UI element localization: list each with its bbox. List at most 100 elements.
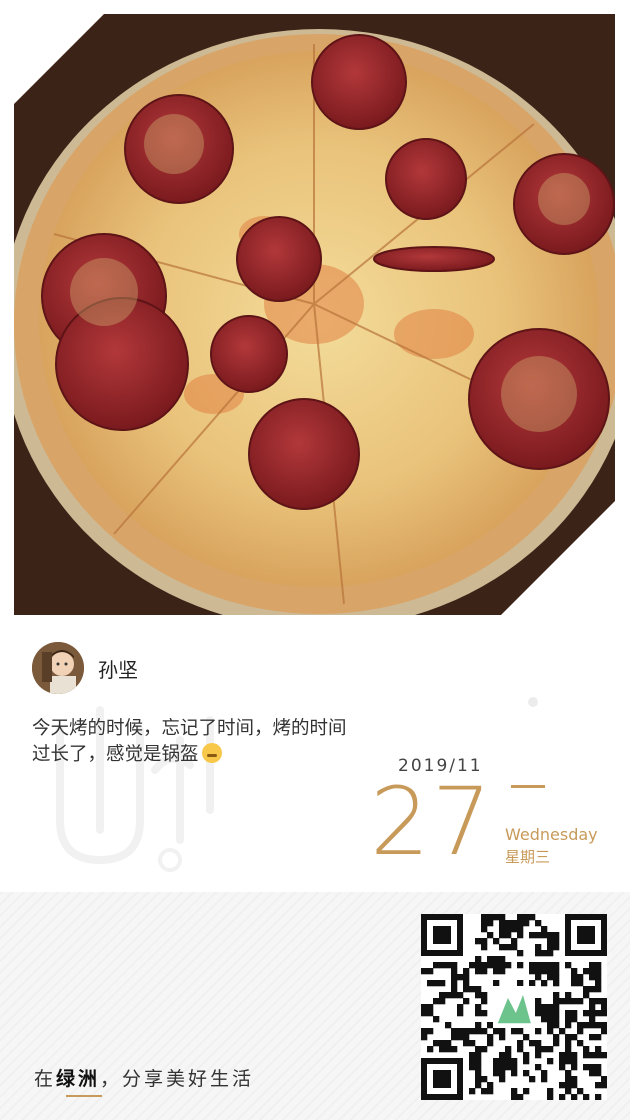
qr-module	[517, 1028, 524, 1035]
qr-module	[421, 1034, 428, 1041]
qr-module	[499, 956, 506, 963]
qr-module	[565, 1010, 572, 1017]
qr-module	[535, 920, 542, 927]
slogan: 在绿洲，分享美好生活	[34, 1064, 254, 1091]
qr-module	[589, 1064, 596, 1071]
qr-module	[523, 1058, 530, 1065]
qr-module	[469, 962, 476, 969]
qr-module	[475, 938, 482, 945]
qr-code[interactable]	[421, 914, 607, 1100]
qr-module	[595, 1046, 602, 1053]
qr-module	[589, 1052, 596, 1059]
qr-module	[535, 974, 542, 981]
qr-module	[571, 974, 578, 981]
qr-module	[589, 1034, 596, 1041]
qr-module	[559, 1064, 566, 1071]
corner-fold-top-left	[14, 14, 104, 104]
qr-module	[421, 968, 428, 975]
qr-module	[601, 1010, 607, 1017]
qr-module	[571, 1076, 578, 1083]
qr-module	[469, 1052, 476, 1059]
qr-module	[541, 1004, 548, 1011]
qr-module	[463, 980, 470, 987]
qr-module	[565, 1082, 572, 1089]
qr-module	[601, 1004, 607, 1011]
qr-module	[445, 992, 452, 999]
qr-finder-inner	[577, 926, 595, 944]
qr-module	[559, 1052, 566, 1059]
qr-module	[565, 1052, 572, 1059]
qr-module	[469, 1058, 476, 1065]
decor-dot	[528, 697, 538, 707]
qr-module	[571, 980, 578, 987]
qr-module	[487, 1088, 494, 1095]
qr-module	[487, 1082, 494, 1089]
qr-module	[547, 1004, 554, 1011]
qr-module	[451, 1046, 458, 1053]
slogan-suffix: ，分享美好生活	[100, 1068, 255, 1090]
qr-module	[469, 1028, 476, 1035]
qr-module	[529, 1076, 536, 1083]
qr-module	[511, 926, 518, 933]
qr-module	[517, 926, 524, 933]
qr-module	[547, 1016, 554, 1023]
qr-module	[547, 944, 554, 951]
avatar[interactable]	[32, 642, 84, 694]
qr-module	[565, 1088, 572, 1095]
qr-module	[529, 1040, 536, 1047]
qr-module	[499, 962, 506, 969]
qr-module	[583, 1064, 590, 1071]
qr-module	[517, 962, 524, 969]
qr-module	[481, 926, 488, 933]
qr-module	[565, 1040, 572, 1047]
qr-module	[517, 914, 524, 921]
qr-module	[481, 1046, 488, 1053]
qr-module	[553, 1010, 560, 1017]
qr-module	[475, 1046, 482, 1053]
qr-module	[493, 1064, 500, 1071]
qr-module	[511, 1028, 518, 1035]
qr-module	[517, 1040, 524, 1047]
qr-module	[499, 1052, 506, 1059]
qr-module	[427, 968, 434, 975]
qr-module	[535, 968, 542, 975]
qr-module	[433, 1040, 440, 1047]
qr-module	[601, 1082, 607, 1089]
qr-module	[595, 974, 602, 981]
qr-module	[517, 950, 524, 957]
qr-module	[523, 1052, 530, 1059]
qr-module	[553, 1004, 560, 1011]
qr-module	[559, 998, 566, 1005]
qr-module	[505, 1046, 512, 1053]
qr-module	[565, 1016, 572, 1023]
qr-module	[523, 914, 530, 921]
qr-module	[583, 1094, 590, 1100]
qr-module	[583, 968, 590, 975]
qr-module	[475, 1052, 482, 1059]
qr-module	[565, 962, 572, 969]
qr-module	[541, 1076, 548, 1083]
qr-module	[493, 1028, 500, 1035]
qr-module	[505, 944, 512, 951]
qr-module	[469, 986, 476, 993]
qr-module	[451, 968, 458, 975]
qr-module	[553, 938, 560, 945]
qr-module	[511, 1064, 518, 1071]
qr-module	[595, 1022, 602, 1029]
qr-module	[535, 950, 542, 957]
qr-module	[493, 938, 500, 945]
qr-module	[481, 944, 488, 951]
qr-module	[427, 980, 434, 987]
post-photo[interactable]	[14, 14, 615, 615]
qr-finder-inner	[433, 1070, 451, 1088]
author-row[interactable]: 孙坚	[32, 642, 138, 694]
qr-module	[541, 1070, 548, 1077]
qr-module	[571, 1010, 578, 1017]
qr-module	[601, 1076, 607, 1083]
qr-module	[523, 920, 530, 927]
qr-module	[427, 1004, 434, 1011]
qr-module	[481, 1076, 488, 1083]
qr-module	[577, 980, 584, 987]
qr-module	[463, 974, 470, 981]
author-name[interactable]: 孙坚	[98, 654, 138, 683]
